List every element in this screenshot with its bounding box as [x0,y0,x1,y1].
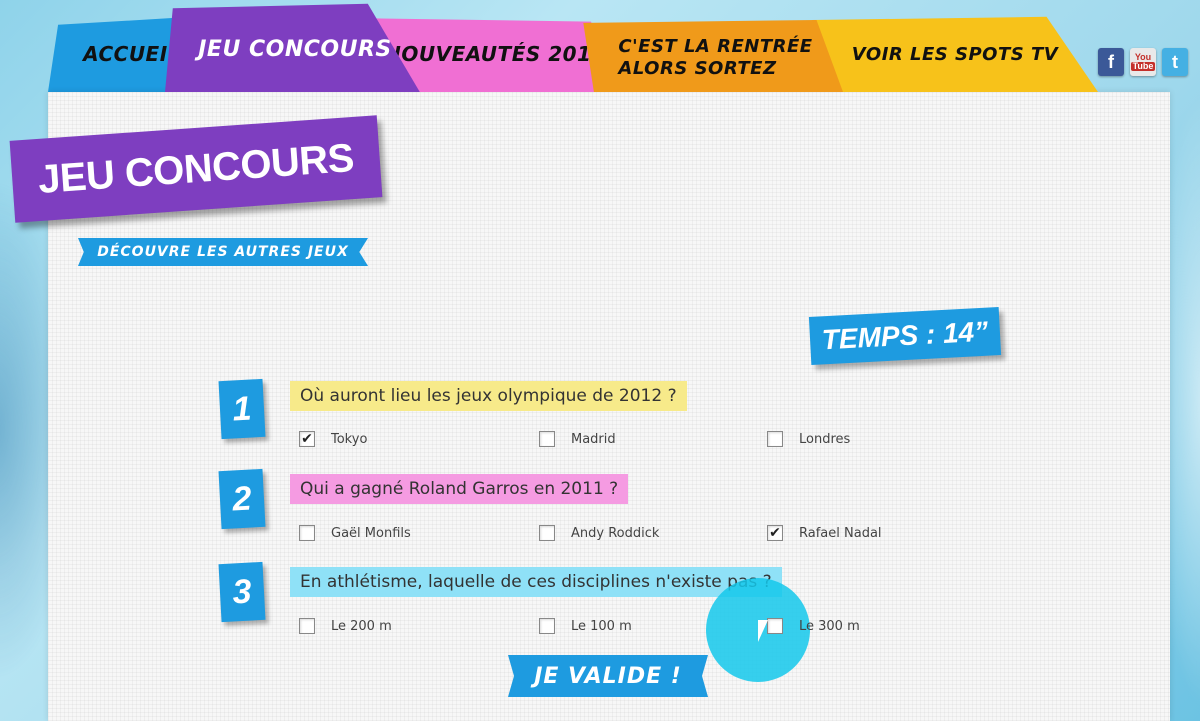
tab-accueil-label: ACCUEIL [83,42,181,66]
answer-label: Londres [799,431,851,447]
tab-rentree[interactable]: C'EST LA RENTRÉE ALORS SORTEZ [583,20,843,92]
answer-option[interactable]: Le 100 m [539,618,632,634]
other-games-button[interactable]: DÉCOUVRE LES AUTRES JEUX [78,238,368,266]
checkbox[interactable] [299,618,315,634]
answer-option[interactable]: Le 300 m [767,618,860,634]
check-mark-icon: ✔ [769,525,781,541]
checkbox[interactable] [539,431,555,447]
tab-jeu-concours[interactable]: JEU CONCOURS [165,3,420,92]
answer-label: Le 300 m [799,618,860,634]
answer-option[interactable]: Le 200 m [299,618,392,634]
checkbox[interactable] [539,618,555,634]
checkbox[interactable]: ✔ [767,525,783,541]
answer-label: Andy Roddick [571,525,660,541]
answer-label: Tokyo [331,431,368,447]
mouse-cursor-icon [758,620,768,642]
tab-rentree-label-line2: ALORS SORTEZ [618,58,777,79]
tab-jeu-concours-label: JEU CONCOURS [198,36,392,62]
validate-button[interactable]: JE VALIDE ! [508,655,708,697]
youtube-glyph-bottom: Tube [1130,61,1156,71]
question-text: Qui a gagné Roland Garros en 2011 ? [290,474,629,504]
answer-label: Le 200 m [331,618,392,634]
answer-label: Rafael Nadal [799,525,882,541]
facebook-icon[interactable]: f [1098,48,1124,76]
checkbox[interactable] [767,618,783,634]
tab-spots-tv-label: VOIR LES SPOTS TV [851,43,1059,65]
youtube-icon[interactable]: You Tube [1130,48,1156,76]
answer-option[interactable]: Gaël Monfils [299,525,411,541]
answer-label: Le 100 m [571,618,632,634]
checkbox[interactable]: ✔ [299,431,315,447]
answer-label: Gaël Monfils [331,525,411,541]
checkbox[interactable] [767,431,783,447]
tab-nouveautes-label: NOUVEAUTÉS 2011 [384,42,606,66]
checkbox[interactable] [299,525,315,541]
check-mark-icon: ✔ [301,431,313,447]
facebook-glyph: f [1108,51,1114,72]
question-number: 3 [218,561,266,623]
answer-label: Madrid [571,431,616,447]
checkbox[interactable] [539,525,555,541]
answer-option[interactable]: Londres [767,431,850,447]
question-text: Où auront lieu les jeux olympique de 201… [290,381,687,411]
tab-spots-tv[interactable]: VOIR LES SPOTS TV [812,16,1098,92]
question-text: En athlétisme, laquelle de ces disciplin… [290,567,782,597]
social-links: f You Tube t [1098,48,1188,76]
question-number: 2 [218,468,266,530]
tab-rentree-label-line1: C'EST LA RENTRÉE [618,36,813,57]
timer-badge: TEMPS : 14” [808,307,1002,365]
answer-option[interactable]: ✔ Rafael Nadal [767,525,882,541]
twitter-glyph: t [1172,51,1178,72]
answer-option[interactable]: Madrid [539,431,616,447]
twitter-icon[interactable]: t [1162,48,1188,76]
answer-option[interactable]: ✔ Tokyo [299,431,367,447]
question-number: 1 [218,378,266,440]
answer-option[interactable]: Andy Roddick [539,525,659,541]
